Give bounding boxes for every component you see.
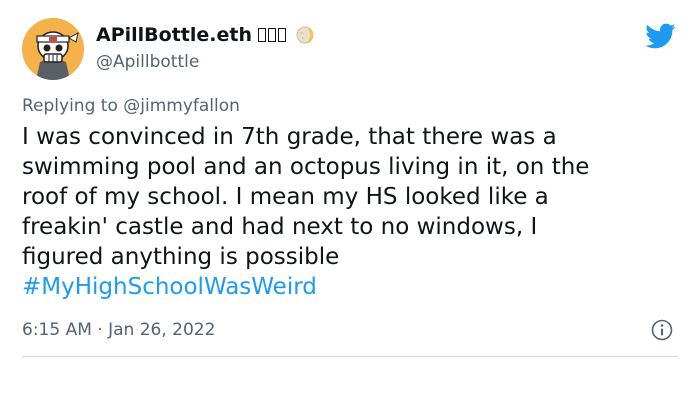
replying-to: Replying to @jimmyfallon — [22, 96, 240, 116]
moon-emoji-icon — [296, 26, 314, 44]
tweet-text-line: swimming pool and an octopus living in i… — [22, 154, 590, 180]
display-name[interactable]: APillBottle.eth — [96, 24, 252, 46]
user-handle[interactable]: @Apillbottle — [96, 52, 199, 72]
avatar[interactable] — [22, 18, 84, 80]
tweet-text-line: I was convinced in 7th grade, that there… — [22, 124, 557, 150]
divider — [22, 356, 678, 357]
twitter-bird-icon[interactable] — [644, 20, 676, 52]
unknown-glyph-box-icon — [267, 28, 276, 42]
replying-prefix: Replying to — [22, 96, 118, 116]
tweet-text-line: figured anything is possible — [22, 244, 340, 270]
tweet-date: Jan 26, 2022 — [108, 320, 216, 340]
tweet-time: 6:15 AM — [22, 320, 92, 340]
timestamp-separator: · — [97, 320, 103, 340]
unknown-glyph-box-icon — [257, 28, 266, 42]
unknown-glyph-box-icon — [277, 28, 286, 42]
tweet-text-line: roof of my school. I mean my HS looked l… — [22, 184, 549, 210]
display-name-row[interactable]: APillBottle.eth — [96, 24, 314, 46]
avatar-skull-icon — [22, 18, 84, 80]
tweet-card: APillBottle.eth @Apillbottle Replying to… — [0, 0, 700, 410]
tweet-text-line: freakin' castle and had next to no windo… — [22, 214, 538, 240]
tweet-timestamp[interactable]: 6:15 AM · Jan 26, 2022 — [22, 320, 215, 340]
name-glyph-boxes — [257, 28, 286, 42]
reply-mention-link[interactable]: @jimmyfallon — [123, 96, 240, 116]
hashtag-link[interactable]: #MyHighSchoolWasWeird — [22, 272, 682, 302]
tweet-text: I was convinced in 7th grade, that there… — [22, 122, 682, 302]
info-icon[interactable] — [651, 319, 673, 341]
